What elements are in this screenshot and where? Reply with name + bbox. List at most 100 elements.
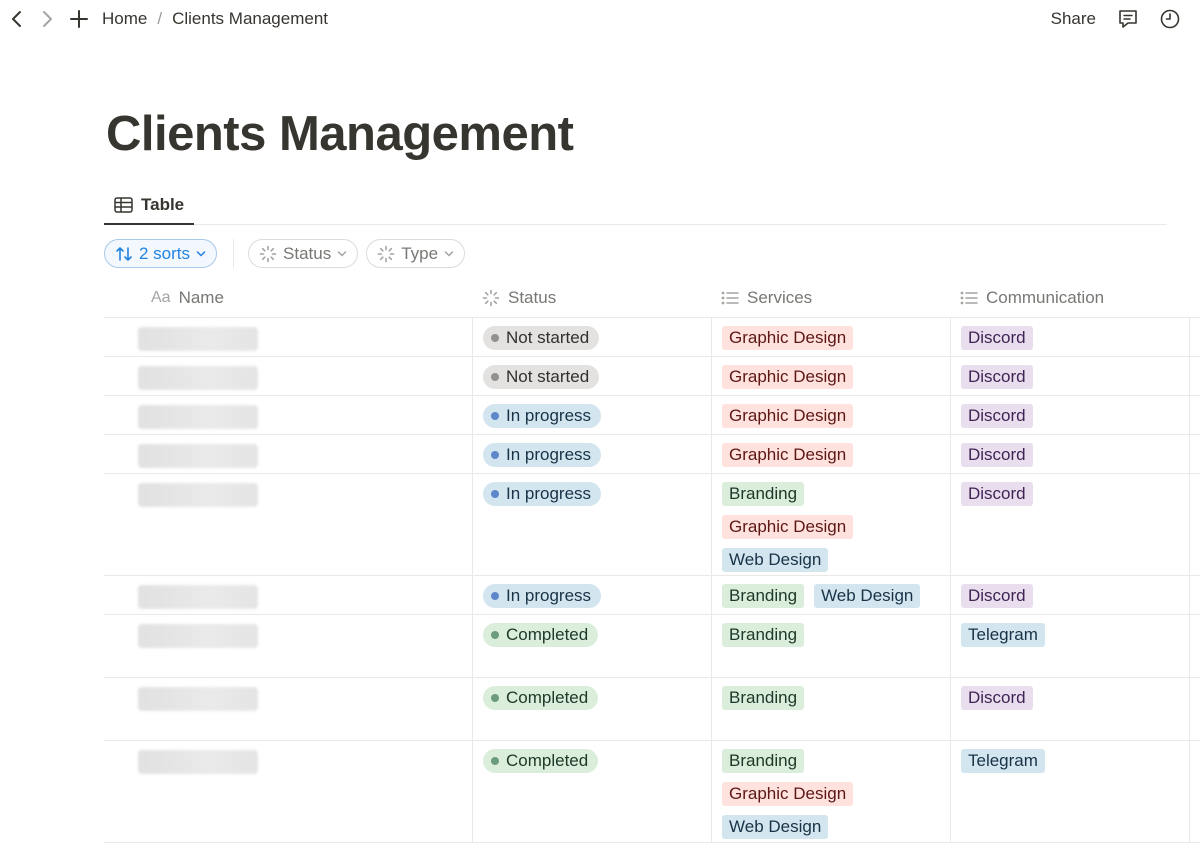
- cell-extra[interactable]: [1189, 678, 1200, 740]
- cell-name[interactable]: [104, 357, 472, 395]
- table-row[interactable]: Not started Graphic Design Discord: [104, 357, 1200, 396]
- cell-extra[interactable]: [1189, 615, 1200, 677]
- cell-extra[interactable]: [1189, 741, 1200, 842]
- cell-status[interactable]: Not started: [472, 357, 711, 395]
- cell-name[interactable]: [104, 576, 472, 614]
- status-badge: In progress: [483, 482, 602, 506]
- cell-services[interactable]: Branding Graphic Design Web Design: [711, 474, 950, 575]
- status-filter-button[interactable]: Status: [248, 239, 359, 268]
- cell-communication[interactable]: Discord: [950, 474, 1189, 575]
- cell-extra[interactable]: [1189, 474, 1200, 575]
- table-row[interactable]: Completed Branding Discord: [104, 678, 1200, 741]
- cell-services[interactable]: Graphic Design: [711, 435, 950, 473]
- cell-name[interactable]: [104, 741, 472, 842]
- status-badge: Not started: [483, 365, 600, 389]
- share-button[interactable]: Share: [1051, 9, 1096, 29]
- communication-tag: Discord: [961, 326, 1033, 350]
- cell-name[interactable]: [104, 318, 472, 356]
- status-label: Completed: [506, 688, 589, 707]
- view-tabs: Table: [104, 186, 1167, 225]
- cell-services[interactable]: Branding Web Design: [711, 576, 950, 614]
- cell-communication[interactable]: Discord: [950, 318, 1189, 356]
- status-filter-label: Status: [283, 243, 332, 263]
- updates-button[interactable]: [1158, 7, 1182, 31]
- column-header-communication[interactable]: Communication: [960, 278, 1104, 318]
- table-row[interactable]: Completed Branding Telegram: [104, 615, 1200, 678]
- type-filter-label: Type: [401, 243, 439, 263]
- top-actions: Share: [1051, 0, 1200, 38]
- cell-status[interactable]: In progress: [472, 396, 711, 434]
- redacted-name: [138, 327, 258, 351]
- table-row[interactable]: Completed Branding Graphic Design Web Desig…: [104, 741, 1200, 843]
- cell-status[interactable]: In progress: [472, 435, 711, 473]
- cell-name[interactable]: [104, 615, 472, 677]
- cell-communication[interactable]: Discord: [950, 678, 1189, 740]
- service-tag: Branding: [722, 749, 805, 773]
- cell-name[interactable]: [104, 435, 472, 473]
- forward-button[interactable]: [34, 6, 60, 32]
- cell-communication[interactable]: Discord: [950, 435, 1189, 473]
- cell-status[interactable]: Completed: [472, 615, 711, 677]
- column-header-name[interactable]: Aa Name: [151, 278, 224, 318]
- status-label: Not started: [506, 367, 590, 386]
- sorts-label: 2 sorts: [139, 243, 191, 263]
- cell-name[interactable]: [104, 474, 472, 575]
- table-row[interactable]: In progress Branding Web Design Discord: [104, 576, 1200, 615]
- comments-button[interactable]: [1116, 7, 1140, 31]
- breadcrumb-home[interactable]: Home: [102, 9, 147, 29]
- cell-status[interactable]: Not started: [472, 318, 711, 356]
- cell-services[interactable]: Graphic Design: [711, 396, 950, 434]
- text-property-icon: Aa: [151, 289, 171, 306]
- column-header-status[interactable]: Status: [482, 278, 556, 318]
- breadcrumb-current[interactable]: Clients Management: [172, 9, 328, 29]
- status-label: Completed: [506, 751, 589, 770]
- cell-services[interactable]: Branding Graphic Design Web Design: [711, 741, 950, 842]
- new-page-button[interactable]: [66, 6, 92, 32]
- tab-table[interactable]: Table: [104, 186, 195, 225]
- cell-status[interactable]: In progress: [472, 474, 711, 575]
- top-bar: Home / Clients Management Share: [0, 0, 1200, 38]
- cell-services[interactable]: Graphic Design: [711, 318, 950, 356]
- status-dot-icon: [491, 490, 499, 498]
- cell-name[interactable]: [104, 396, 472, 434]
- table-row[interactable]: In progress Branding Graphic Design Web Des…: [104, 474, 1200, 576]
- type-filter-button[interactable]: Type: [366, 239, 466, 268]
- cell-services[interactable]: Graphic Design: [711, 357, 950, 395]
- cell-extra[interactable]: [1189, 576, 1200, 614]
- cell-extra[interactable]: [1189, 357, 1200, 395]
- communication-tag: Telegram: [961, 749, 1045, 773]
- table-row[interactable]: Not started Graphic Design Discord: [104, 318, 1200, 357]
- clients-table: Aa Name Status Services Communication No…: [104, 278, 1200, 843]
- column-header-services[interactable]: Services: [721, 278, 812, 318]
- back-button[interactable]: [4, 6, 30, 32]
- cell-extra[interactable]: [1189, 396, 1200, 434]
- service-tag: Web Design: [722, 815, 829, 839]
- cell-extra[interactable]: [1189, 318, 1200, 356]
- cell-status[interactable]: Completed: [472, 678, 711, 740]
- cell-name[interactable]: [104, 678, 472, 740]
- column-label: Name: [178, 288, 224, 307]
- plus-icon: [70, 10, 88, 28]
- redacted-name: [138, 585, 258, 609]
- table-row[interactable]: In progress Graphic Design Discord: [104, 435, 1200, 474]
- status-badge: In progress: [483, 584, 602, 608]
- cell-services[interactable]: Branding: [711, 615, 950, 677]
- service-tag: Graphic Design: [722, 365, 854, 389]
- cell-services[interactable]: Branding: [711, 678, 950, 740]
- cell-status[interactable]: In progress: [472, 576, 711, 614]
- chevron-down-icon: [196, 250, 206, 257]
- cell-communication[interactable]: Discord: [950, 576, 1189, 614]
- service-tag: Branding: [722, 686, 805, 710]
- status-label: In progress: [506, 586, 592, 605]
- cell-communication[interactable]: Discord: [950, 396, 1189, 434]
- table-row[interactable]: In progress Graphic Design Discord: [104, 396, 1200, 435]
- cell-communication[interactable]: Telegram: [950, 615, 1189, 677]
- sorts-button[interactable]: 2 sorts: [104, 239, 218, 268]
- status-property-icon: [259, 245, 277, 262]
- communication-tag: Discord: [961, 482, 1033, 506]
- cell-communication[interactable]: Discord: [950, 357, 1189, 395]
- cell-communication[interactable]: Telegram: [950, 741, 1189, 842]
- cell-status[interactable]: Completed: [472, 741, 711, 842]
- cell-extra[interactable]: [1189, 435, 1200, 473]
- status-dot-icon: [491, 451, 499, 459]
